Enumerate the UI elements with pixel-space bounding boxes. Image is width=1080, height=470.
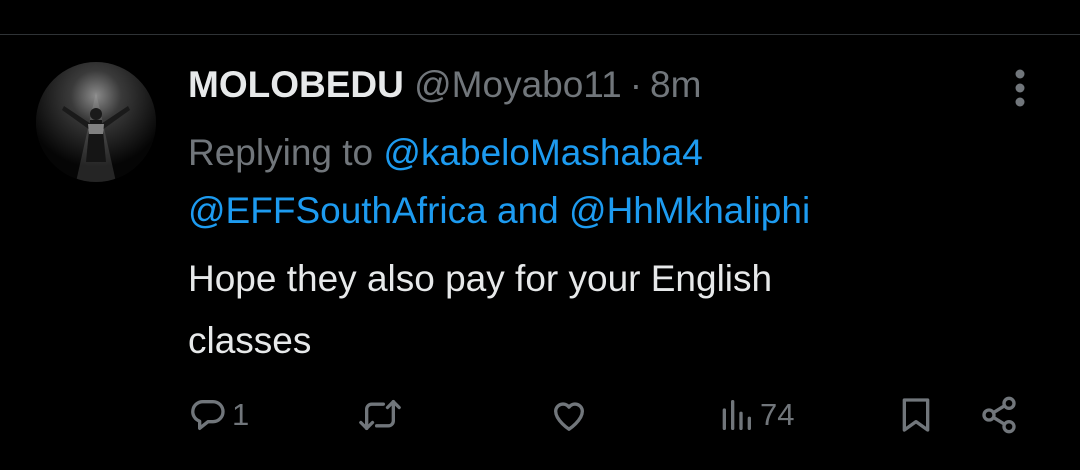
replying-to-label: Replying to xyxy=(188,132,374,173)
action-bar: 1 74 xyxy=(0,390,1080,440)
tweet-text: Hope they also pay for your English clas… xyxy=(188,248,1048,372)
more-icon[interactable] xyxy=(1002,66,1038,110)
views-count: 74 xyxy=(760,397,795,432)
reply-icon xyxy=(188,395,228,435)
author-handle[interactable]: @Moyabo11 xyxy=(414,64,622,105)
avatar[interactable] xyxy=(36,62,156,182)
reply-button[interactable]: 1 xyxy=(188,390,249,440)
mention-link[interactable]: @EFFSouthAfrica xyxy=(188,190,487,231)
mention-link[interactable]: @kabeloMashaba4 xyxy=(383,132,702,173)
retweet-icon xyxy=(358,395,402,435)
views-button[interactable]: 74 xyxy=(716,390,794,440)
share-icon xyxy=(978,395,1020,435)
retweet-button[interactable] xyxy=(358,390,406,440)
tweet-text-line: classes xyxy=(188,320,312,361)
author-name[interactable]: MOLOBEDU xyxy=(188,64,404,105)
top-divider xyxy=(0,34,1080,35)
bookmark-icon xyxy=(896,395,936,435)
reply-count: 1 xyxy=(232,397,250,432)
bookmark-button[interactable] xyxy=(896,390,936,440)
share-button[interactable] xyxy=(978,390,1020,440)
mention-link[interactable]: @HhMkhaliphi xyxy=(569,190,810,231)
replying-to: Replying to @kabeloMashaba4 @EFFSouthAfr… xyxy=(188,124,1048,240)
separator-dot: · xyxy=(629,64,643,105)
views-icon xyxy=(716,395,756,435)
tweet-text-line: Hope they also pay for your English xyxy=(188,258,773,299)
like-icon xyxy=(548,395,590,435)
timestamp[interactable]: 8m xyxy=(650,64,701,105)
mention-and: and xyxy=(497,190,559,231)
like-button[interactable] xyxy=(548,390,594,440)
